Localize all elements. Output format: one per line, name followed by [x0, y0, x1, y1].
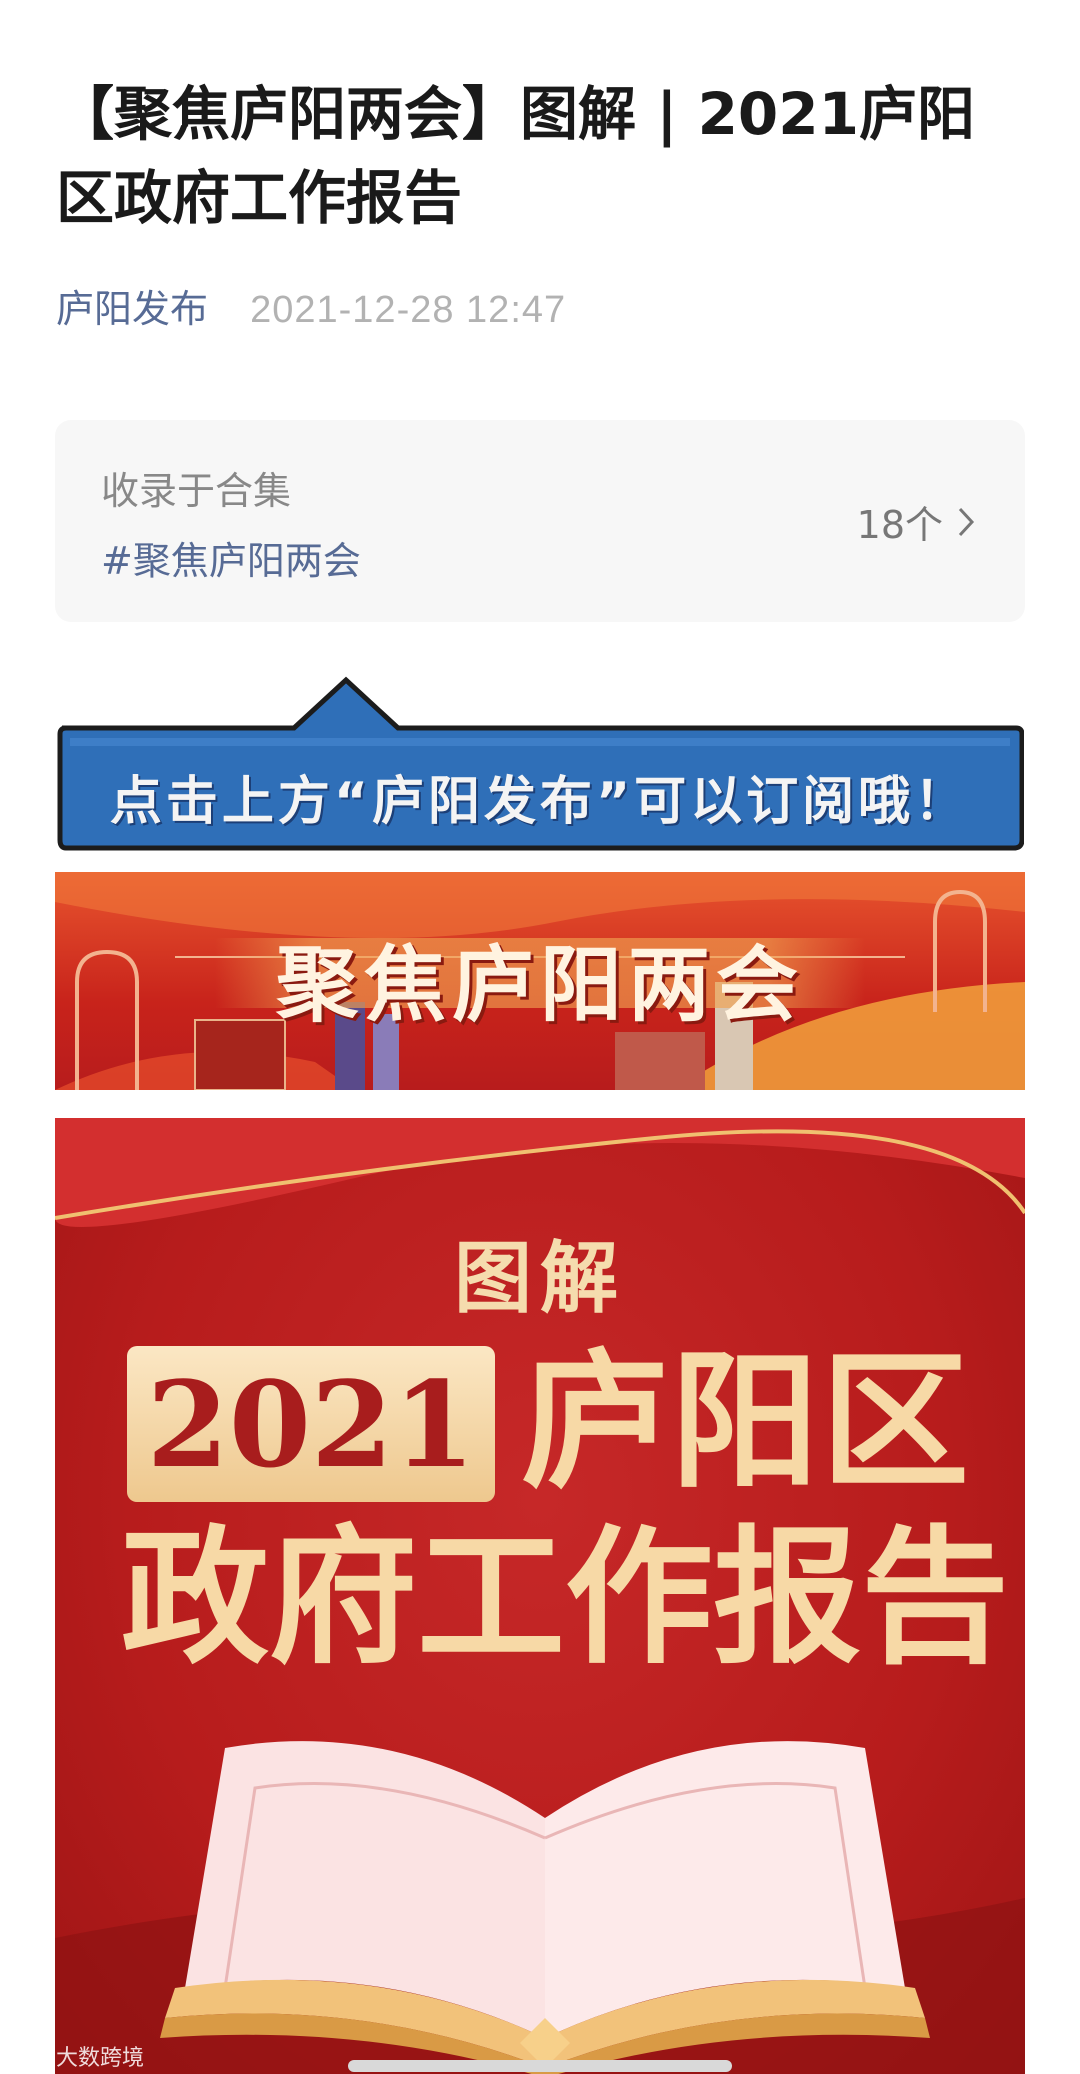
collection-tag[interactable]: #聚焦庐阳两会: [101, 530, 361, 585]
collection-count[interactable]: 18个: [857, 494, 975, 549]
poster-title-line2: 政府工作报告: [121, 1510, 1009, 1684]
home-indicator[interactable]: [348, 2060, 732, 2072]
collection-label: 收录于合集: [101, 469, 292, 513]
publish-date: 2021-12-28 12:47: [250, 289, 567, 331]
subscribe-banner: 点击上方“庐阳发布”可以订阅哦！: [56, 676, 1025, 854]
poster-year-box: 2021: [127, 1346, 495, 1502]
open-book-illustration: [160, 1741, 930, 2074]
poster-title-line1: 庐阳区: [521, 1334, 971, 1508]
watermark-text: 大数跨境: [56, 2046, 145, 2071]
report-poster: 图解 2021 庐阳区 政府工作报告: [55, 1118, 1025, 2074]
watermark: oo 大数跨境: [16, 2040, 144, 2072]
watermark-logo-icon: oo: [16, 2045, 50, 2067]
section-banner: 聚焦庐阳两会: [55, 872, 1025, 1090]
subscribe-text: 点击上方“庐阳发布”可以订阅哦！: [109, 771, 971, 832]
poster-label: 图解: [453, 1233, 626, 1324]
author-link[interactable]: 庐阳发布: [56, 287, 208, 331]
article-title: 【聚焦庐阳两会】图解 | 2021庐阳区政府工作报告: [56, 80, 975, 232]
section-banner-title: 聚焦庐阳两会: [275, 937, 804, 1033]
article-meta: 庐阳发布 2021-12-28 12:47: [56, 278, 566, 333]
poster-year: 2021: [146, 1354, 476, 1494]
collection-card[interactable]: 收录于合集 #聚焦庐阳两会 18个: [55, 420, 1025, 622]
chevron-right-icon: [958, 507, 975, 536]
collection-count-text: 18个: [856, 503, 943, 547]
